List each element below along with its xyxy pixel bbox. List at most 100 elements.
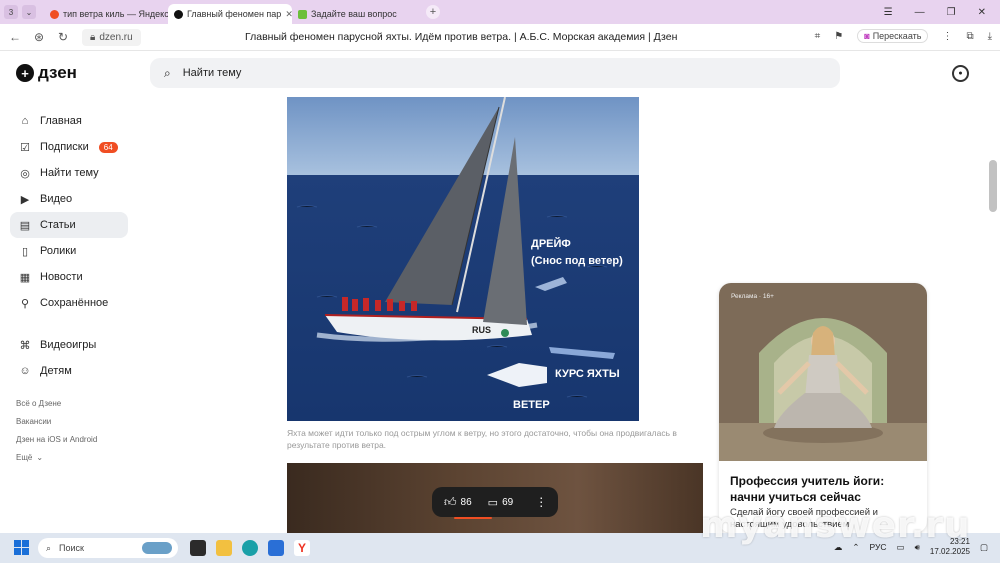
file-explorer-icon[interactable] [216, 540, 232, 556]
url-text: dzen.ru [99, 31, 133, 43]
comments-count: 69 [502, 496, 514, 508]
menu-icon[interactable]: ☰ [884, 7, 893, 18]
scrollbar[interactable] [989, 160, 997, 212]
sidebar-item-label: Главная [40, 115, 82, 127]
plus-icon[interactable]: + [426, 5, 440, 19]
course-label: КУРС ЯХТЫ [555, 368, 620, 380]
drift-label: ДРЕЙФ [531, 237, 571, 250]
shorts-icon: ▯ [21, 245, 29, 258]
home-icon: ⌂ [21, 115, 29, 127]
sidebar-divider [10, 384, 128, 394]
window-controls: ☰ — ❐ ✕ [884, 7, 1000, 18]
task-view-icon[interactable] [190, 540, 206, 556]
link-about[interactable]: Всё о Дзене [10, 394, 128, 412]
link-more-label: Ещё [16, 452, 33, 462]
close-tab-icon[interactable]: ✕ [285, 9, 292, 20]
subscriptions-icon: ☑ [20, 141, 30, 154]
tab-search[interactable]: тип ветра киль — Яндекс [44, 4, 168, 24]
sidebar-item-subscriptions[interactable]: ☑ Подписки 64 [10, 134, 128, 160]
taskbar-search[interactable]: ⌕ Поиск [38, 538, 178, 558]
wind-label: ВЕТЕР [513, 399, 550, 411]
search-icon: ⌕ [164, 65, 171, 80]
address-bar: ← ⊛ ↻ 🔒︎ dzen.ru Главный феномен парусно… [0, 24, 1000, 51]
sidebar-divider [10, 316, 128, 332]
like-progress-line [454, 517, 492, 519]
comments-button[interactable]: ▭ 69 [488, 496, 514, 509]
yandex-favicon-icon [50, 9, 59, 19]
restore-icon[interactable]: ❐ [947, 7, 956, 18]
extensions-icon[interactable]: ⧉ [966, 31, 973, 42]
sidebar-item-home[interactable]: ⌂ Главная [10, 108, 128, 134]
close-icon[interactable]: ✕ [978, 7, 986, 18]
tab-label: тип ветра киль — Яндекс [63, 9, 168, 19]
news-icon: ▦ [19, 271, 31, 284]
sidebar-item-label: Новости [40, 271, 83, 283]
sidebar-item-label: Детям [40, 365, 72, 377]
link-apps[interactable]: Дзен на iOS и Android [10, 430, 128, 448]
tab-article[interactable]: Главный феномен пар ✕ [168, 4, 292, 24]
back-arrow-icon[interactable]: ← [6, 30, 24, 44]
yoga-photo [719, 283, 927, 461]
minimize-icon[interactable]: — [915, 7, 925, 18]
dzen-logo[interactable]: + дзен [16, 63, 77, 83]
sidebar-item-shorts[interactable]: ▯ Ролики [10, 238, 128, 264]
reload-icon[interactable]: ↻ [54, 30, 72, 44]
sidebar-item-label: Сохранённое [40, 297, 109, 309]
notifications-icon[interactable]: ▢ [980, 542, 988, 553]
page-title: Главный феномен парусной яхты. Идём прот… [245, 31, 678, 43]
store-icon[interactable] [268, 540, 284, 556]
retell-button[interactable]: ◙ Перескаать [857, 29, 929, 43]
downloads-icon[interactable]: ⤓ [988, 31, 992, 42]
sidebar-item-video[interactable]: ▶ Видео [10, 186, 128, 212]
tabs-menu-chevron-icon[interactable]: ⌄ [22, 5, 36, 19]
tab-question[interactable]: Задайте ваш вопрос [292, 4, 416, 24]
tab-label: Задайте ваш вопрос [311, 9, 397, 19]
thumb-up-icon: 👍︎ [444, 494, 457, 509]
search-icon: ⌕ [46, 542, 52, 553]
link-more[interactable]: Ещё ⌄ [10, 448, 128, 466]
subscriptions-badge: 64 [98, 141, 118, 153]
translate-icon[interactable]: ⌗ [815, 31, 821, 42]
yacht-photo: RUS ДРЕЙФ (Снос под ветер) КУРС ЯХТЫ ВЕТ… [287, 97, 639, 421]
profile-icon[interactable]: ● [952, 65, 969, 82]
link-vacancies[interactable]: Вакансии [10, 412, 128, 430]
sidebar: ⌂ Главная ☑ Подписки 64 ◎ Найти тему ▶ Видео … [10, 108, 128, 466]
like-button[interactable]: 👍︎ 86 [444, 495, 472, 510]
dzen-logo-icon: + [16, 64, 34, 82]
search-input[interactable]: ⌕ Найти тему [150, 58, 840, 88]
dzen-header: + дзен ⌕ Найти тему ● [0, 51, 1000, 97]
yacht-diagram-image: RUS ДРЕЙФ (Снос под ветер) КУРС ЯХТЫ ВЕТ… [287, 97, 639, 421]
edge-icon[interactable] [242, 540, 258, 556]
browser-tab-bar: 3 ⌄ тип ветра киль — Яндекс Главный фено… [0, 0, 1000, 24]
clock-date: 17.02.2025 [929, 547, 970, 556]
sidebar-item-saved[interactable]: ⚲ Сохранённое [10, 290, 128, 316]
ad-card[interactable]: Реклама · 16+ Профессия учитель йоги: на… [719, 283, 927, 533]
sidebar-item-news[interactable]: ▦ Новости [10, 264, 128, 290]
sidebar-item-label: Найти тему [40, 167, 99, 179]
bookmark-icon[interactable]: ⚑ [834, 31, 843, 42]
logo-text: дзен [38, 63, 77, 82]
sidebar-item-label: Видеоигры [40, 339, 97, 351]
protect-icon[interactable]: ⊛ [30, 30, 48, 44]
sidebar-item-kids[interactable]: ☺ Детям [10, 358, 128, 384]
hull-label: RUS [472, 325, 491, 335]
chevron-down-icon: ⌄ [36, 452, 44, 462]
sidebar-item-find-topic[interactable]: ◎ Найти тему [10, 160, 128, 186]
tab-counter[interactable]: 3 [4, 5, 18, 19]
sidebar-item-articles[interactable]: ▤ Статьи [10, 212, 128, 238]
yandex-browser-icon[interactable]: Y [294, 540, 310, 556]
sidebar-item-label: Подписки [40, 141, 89, 153]
more-vertical-icon[interactable]: ⋮ [535, 495, 547, 509]
lock-icon: 🔒︎ [90, 31, 96, 43]
sidebar-item-videogames[interactable]: ⌘ Видеоигры [10, 332, 128, 358]
bookmark-icon: ⚲ [20, 297, 30, 310]
more-icon[interactable]: ⋮ [942, 31, 952, 42]
watermark: myanswer.ru [700, 505, 971, 546]
kids-icon: ☺ [19, 365, 31, 377]
ad-title[interactable]: Профессия учитель йоги: начни учиться се… [730, 473, 920, 505]
url-field[interactable]: 🔒︎ dzen.ru [82, 28, 141, 46]
search-highlight-icon [142, 542, 172, 554]
tab-label: Главный феномен пар [187, 9, 282, 19]
windows-start-icon[interactable] [14, 540, 29, 555]
question-favicon-icon [298, 9, 307, 19]
